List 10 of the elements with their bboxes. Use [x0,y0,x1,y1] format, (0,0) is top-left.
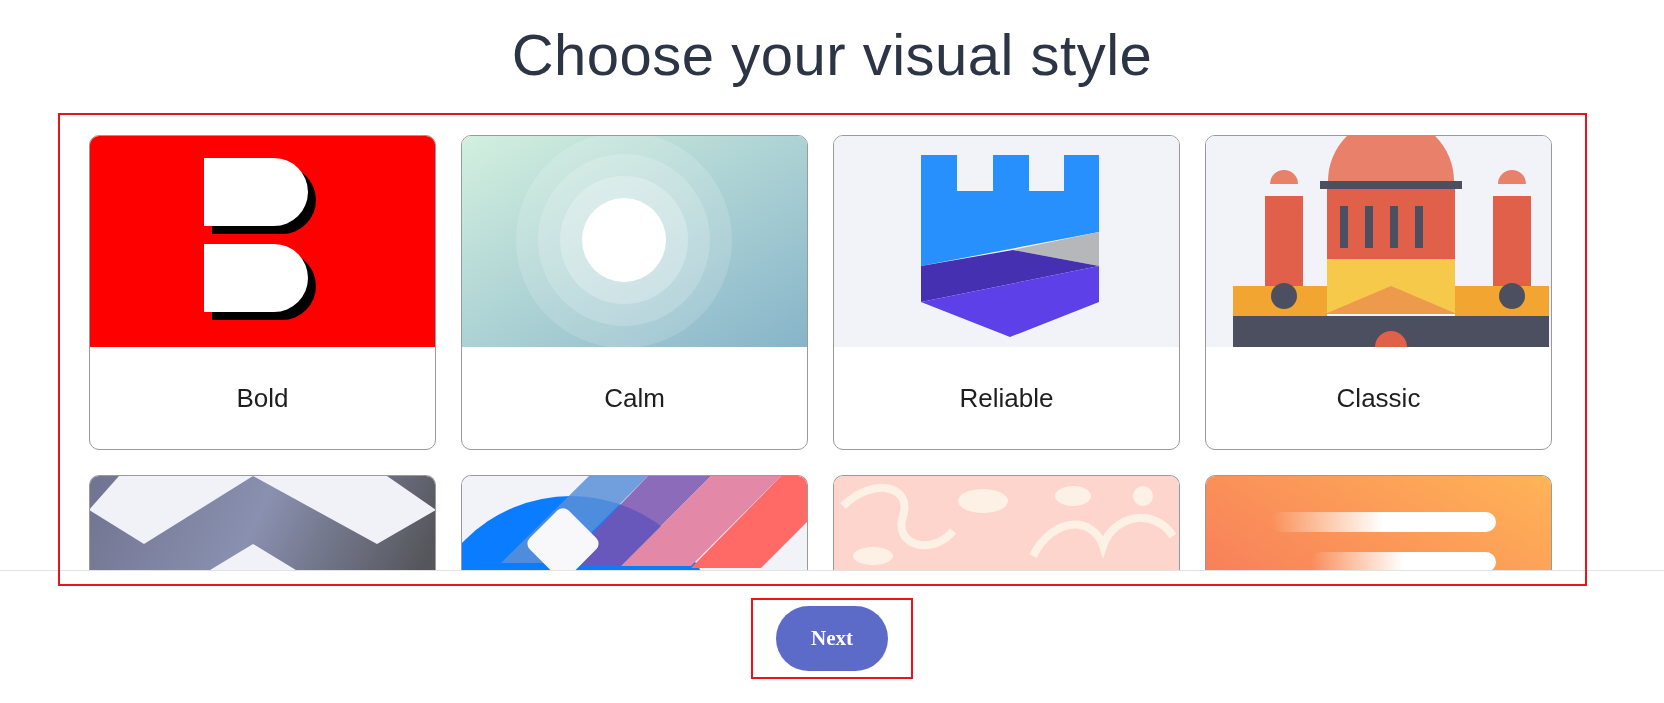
style-card[interactable]: Bold [89,135,436,450]
style-card[interactable]: Calm [461,135,808,450]
card-label: Bold [236,382,289,414]
card-label: Classic [1336,382,1421,414]
style-card[interactable]: Classic [1205,135,1552,450]
page-title: Choose your visual style [511,22,1153,88]
card-label: Calm [604,382,665,414]
next-button[interactable]: Next [776,606,888,671]
card-label: Reliable [959,382,1054,414]
style-card[interactable]: Reliable [833,135,1180,450]
